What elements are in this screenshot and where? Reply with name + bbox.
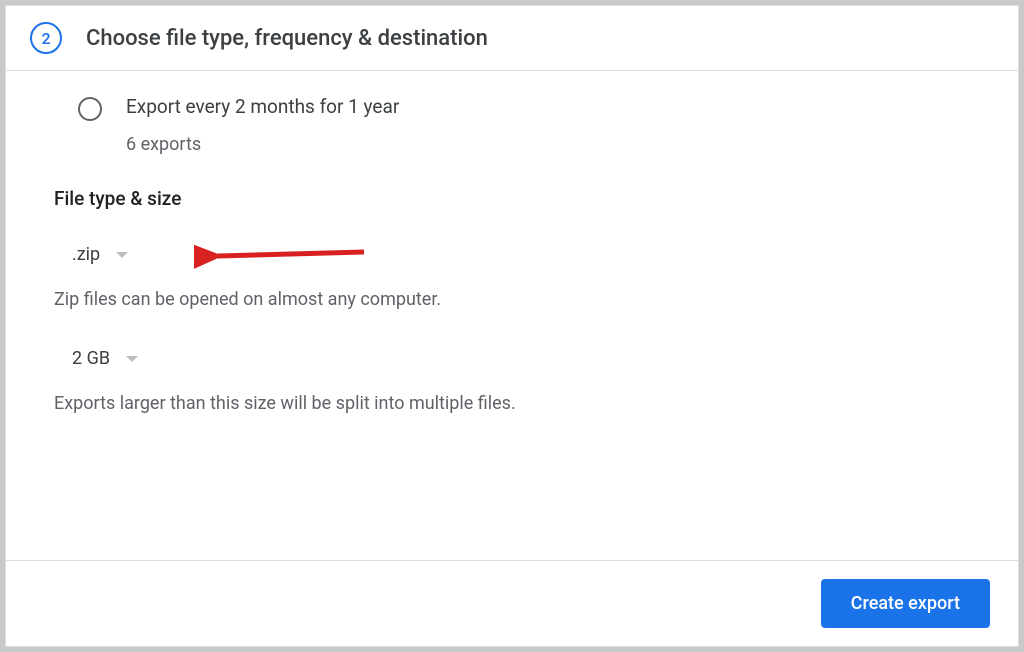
file-size-dropdown[interactable]: 2 GB: [54, 342, 150, 375]
file-size-dropdown-wrapper: 2 GB: [54, 342, 970, 375]
chevron-down-icon: [126, 356, 138, 362]
frequency-option-label: Export every 2 months for 1 year: [126, 95, 399, 118]
file-type-selected: .zip: [72, 244, 100, 265]
step-header: 2 Choose file type, frequency & destinat…: [6, 6, 1018, 71]
step-title: Choose file type, frequency & destinatio…: [86, 26, 488, 51]
frequency-option-sublabel: 6 exports: [126, 134, 399, 155]
file-size-help-text: Exports larger than this size will be sp…: [54, 393, 970, 414]
create-export-button[interactable]: Create export: [821, 579, 990, 628]
footer-actions: Create export: [6, 561, 1018, 646]
file-type-dropdown[interactable]: .zip: [54, 238, 140, 271]
file-type-section-title: File type & size: [54, 187, 970, 210]
frequency-option[interactable]: Export every 2 months for 1 year 6 expor…: [54, 95, 970, 155]
file-type-dropdown-wrapper: .zip: [54, 238, 970, 271]
step-number-text: 2: [41, 29, 50, 48]
step-number-badge: 2: [30, 22, 62, 54]
radio-unchecked-icon[interactable]: [78, 97, 102, 121]
settings-content: Export every 2 months for 1 year 6 expor…: [6, 71, 1018, 561]
export-settings-panel: 2 Choose file type, frequency & destinat…: [5, 5, 1019, 647]
file-size-selected: 2 GB: [72, 348, 110, 369]
file-type-help-text: Zip files can be opened on almost any co…: [54, 289, 970, 310]
chevron-down-icon: [116, 252, 128, 258]
annotation-arrow-icon: [194, 240, 374, 272]
radio-content: Export every 2 months for 1 year 6 expor…: [126, 95, 399, 155]
